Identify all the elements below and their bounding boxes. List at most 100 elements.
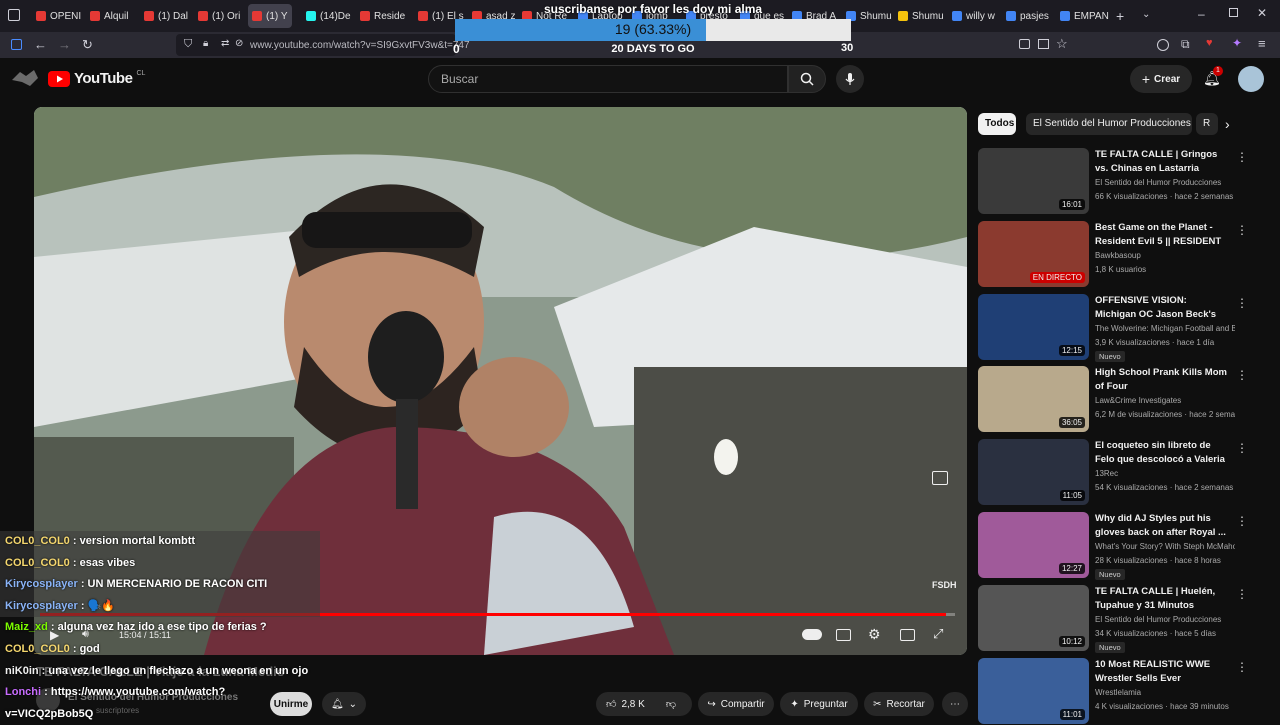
scissors-icon: ✂ bbox=[873, 698, 882, 710]
recommended-video[interactable]: 36:05 High School Prank Kills Mom of Four… bbox=[978, 366, 1278, 433]
video-thumbnail[interactable]: 10:12 bbox=[978, 584, 1089, 651]
browser-tab[interactable]: Reside bbox=[360, 4, 410, 28]
back-icon[interactable]: ← bbox=[34, 37, 47, 52]
more-options-icon[interactable]: ⋮ bbox=[1236, 296, 1248, 310]
tab-list-chevron-icon[interactable]: ⌄ bbox=[1142, 9, 1150, 20]
chat-separator: : bbox=[77, 599, 88, 612]
share-button[interactable]: ↪ Compartir bbox=[698, 692, 774, 716]
goal-progress-bar: 19 (63.33%) bbox=[455, 19, 851, 41]
video-channel: El Sentido del Humor Producciones bbox=[1095, 614, 1222, 624]
filter-chip[interactable]: El Sentido del Humor Producciones bbox=[1026, 113, 1192, 135]
filter-chip[interactable]: Todos bbox=[978, 113, 1016, 135]
subscribed-bell-button[interactable]: 🔔︎ ⌄ bbox=[322, 692, 366, 716]
chips-next-chevron-icon[interactable]: › bbox=[1225, 116, 1230, 132]
video-thumbnail[interactable]: 11:05 bbox=[978, 439, 1089, 506]
more-options-icon[interactable]: ⋮ bbox=[1236, 441, 1248, 455]
like-count[interactable]: 2,8 K bbox=[621, 699, 644, 710]
browser-tab[interactable]: (14)De bbox=[306, 4, 356, 28]
reader-view-icon[interactable] bbox=[1038, 39, 1049, 49]
more-options-icon[interactable]: ⋮ bbox=[1236, 587, 1248, 601]
channel-avatar-logo[interactable] bbox=[10, 66, 40, 90]
video-duration: 12:27 bbox=[1058, 563, 1085, 574]
chat-message: Maiz_xd : alguna vez haz ido a ese tipo … bbox=[0, 617, 320, 639]
extension-color-icon[interactable]: ✦ bbox=[1232, 36, 1242, 50]
browser-tab[interactable]: pasjes bbox=[1006, 4, 1056, 28]
extension-badge-icon[interactable]: ♥ bbox=[1206, 37, 1213, 49]
tracking-icon[interactable]: ⊘ bbox=[235, 38, 243, 49]
browser-tab[interactable]: EMPAN bbox=[1060, 4, 1110, 28]
video-channel: Wrestlelamia bbox=[1095, 687, 1142, 697]
url-text[interactable]: www.youtube.com/watch?v=SI9GxvtFV3w&t=74… bbox=[250, 40, 470, 51]
chat-message: COL0_COL0 : version mortal kombtt bbox=[0, 531, 320, 553]
recommended-video[interactable]: 11:05 El coqueteo sin libreto de Felo que… bbox=[978, 439, 1278, 506]
extensions-icon[interactable]: ⧉ bbox=[1181, 37, 1190, 52]
video-thumbnail[interactable]: 36:05 bbox=[978, 366, 1089, 433]
video-thumbnail[interactable]: 11:01 bbox=[978, 657, 1089, 724]
autoplay-toggle[interactable] bbox=[802, 629, 822, 640]
plus-icon: + bbox=[1141, 71, 1151, 87]
recommended-video[interactable]: 12:15 OFFENSIVE VISION: Michigan OC Jason… bbox=[978, 293, 1278, 362]
video-thumbnail[interactable]: 12:15 bbox=[978, 293, 1089, 360]
close-window-icon[interactable]: ✕ bbox=[1257, 6, 1267, 20]
browser-tab[interactable]: (1) Y ✕ bbox=[248, 4, 292, 28]
recommended-video[interactable]: 16:01 TE FALTA CALLE | Gringos vs. Chinas… bbox=[978, 148, 1278, 214]
browser-tab[interactable]: willy w bbox=[952, 4, 1002, 28]
shield-icon[interactable]: ⛉ bbox=[184, 38, 192, 51]
like-icon[interactable]: 👍︎ bbox=[606, 698, 616, 710]
clip-label: Recortar bbox=[886, 698, 925, 710]
settings-gear-icon[interactable]: ⚙ bbox=[868, 626, 881, 643]
browser-tab[interactable]: (1) Dal bbox=[144, 4, 194, 28]
maximize-icon[interactable] bbox=[1229, 8, 1238, 17]
clip-button[interactable]: ✂ Recortar bbox=[864, 692, 934, 716]
permissions-icon[interactable]: ⇄ bbox=[221, 38, 229, 49]
expand-overlay-icon[interactable] bbox=[932, 471, 948, 485]
browser-tab[interactable]: Shumu bbox=[846, 4, 896, 28]
lock-icon[interactable]: 🔒︎ bbox=[203, 38, 208, 49]
video-thumbnail[interactable]: 16:01 bbox=[978, 148, 1089, 214]
recommended-video[interactable]: EN DIRECTO Best Game on the Planet - Resi… bbox=[978, 220, 1278, 287]
close-tab-icon[interactable]: ✕ bbox=[292, 12, 293, 21]
account-icon[interactable] bbox=[1157, 39, 1169, 51]
voice-search-button[interactable] bbox=[836, 65, 864, 93]
user-avatar[interactable] bbox=[1238, 66, 1264, 92]
video-thumbnail[interactable]: EN DIRECTO bbox=[978, 220, 1089, 287]
recommended-video[interactable]: 10:12 TE FALTA CALLE | Huelén, Tupahue y … bbox=[978, 584, 1278, 653]
fullscreen-icon[interactable]: ⤢ bbox=[933, 626, 943, 642]
recommended-video[interactable]: 11:01 10 Most REALISTIC WWE Wrestler Sell… bbox=[978, 657, 1278, 724]
search-button[interactable] bbox=[788, 65, 826, 93]
forward-icon[interactable]: → bbox=[58, 37, 71, 52]
browser-tab[interactable]: Alquil bbox=[90, 4, 140, 28]
browser-tab[interactable]: OPENI bbox=[36, 4, 86, 28]
more-options-icon[interactable]: ⋮ bbox=[1236, 514, 1248, 528]
youtube-logo[interactable]: YouTube CL bbox=[48, 70, 145, 87]
sidebar-icon[interactable] bbox=[11, 39, 22, 50]
browser-tab[interactable]: (1) Ori bbox=[198, 4, 248, 28]
video-thumbnail[interactable]: 12:27 bbox=[978, 512, 1089, 578]
more-options-icon[interactable]: ⋮ bbox=[1236, 150, 1248, 164]
video-title: Why did AJ Styles put his gloves back on… bbox=[1095, 513, 1226, 538]
more-options-icon[interactable]: ⋮ bbox=[1236, 660, 1248, 674]
more-options-icon[interactable]: ⋮ bbox=[1236, 223, 1248, 237]
picture-in-picture-icon[interactable] bbox=[1019, 39, 1030, 49]
menu-icon[interactable]: ≡ bbox=[1258, 36, 1266, 51]
create-button[interactable]: + Crear bbox=[1130, 65, 1192, 93]
more-actions-icon[interactable]: ⋯ bbox=[942, 692, 968, 716]
dislike-icon[interactable]: 👎︎ bbox=[666, 698, 676, 710]
minimize-icon[interactable]: – bbox=[1198, 7, 1205, 21]
chat-separator: : bbox=[38, 664, 49, 677]
chat-separator: : bbox=[77, 578, 88, 591]
new-tab-icon[interactable]: + bbox=[1116, 8, 1124, 24]
tab-overview-icon[interactable] bbox=[8, 9, 20, 21]
bookmark-star-icon[interactable]: ☆ bbox=[1056, 36, 1068, 52]
video-duration: 11:01 bbox=[1059, 708, 1085, 720]
more-options-icon[interactable]: ⋮ bbox=[1236, 368, 1248, 382]
filter-chip[interactable]: R bbox=[1196, 113, 1218, 135]
miniplayer-icon[interactable] bbox=[900, 629, 915, 641]
ask-button[interactable]: ✦ Preguntar bbox=[780, 692, 858, 716]
recommended-video[interactable]: 12:27 Why did AJ Styles put his gloves ba… bbox=[978, 512, 1278, 580]
chat-message: COL0_COL0 : esas vibes bbox=[0, 552, 320, 575]
browser-tab[interactable]: Shumu bbox=[898, 4, 948, 28]
subtitles-icon[interactable] bbox=[836, 629, 851, 641]
reload-icon[interactable]: ↻ bbox=[82, 37, 93, 53]
search-input[interactable]: Buscar bbox=[428, 65, 788, 93]
